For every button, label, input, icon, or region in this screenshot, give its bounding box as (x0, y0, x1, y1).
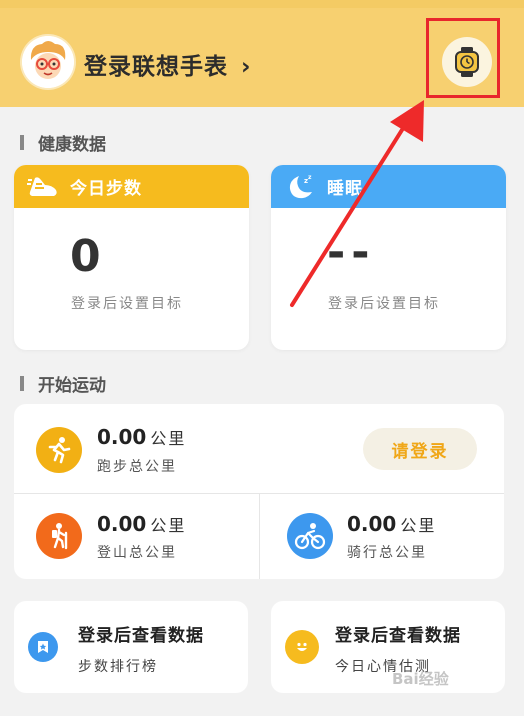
sport-section-label: 开始运动 (38, 376, 106, 396)
steps-hint: 登录后设置目标 (71, 296, 183, 312)
login-watch-label: 登录联想手表 (84, 54, 228, 80)
hiker-glyph (52, 523, 68, 550)
step-ranking-subtitle: 步数排行榜 (78, 659, 158, 675)
step-ranking-card[interactable]: 登录后查看数据 步数排行榜 (14, 601, 248, 693)
divider (259, 493, 260, 579)
health-section-title: 健康数据 (20, 130, 106, 155)
sport-card: 0.00 公里 跑步总公里 请登录 0.00 公里 登山总公里 0.00 公里 骑行总… (14, 404, 504, 579)
cycling-value: 0.00 公里 (347, 512, 436, 536)
section-bar (20, 135, 24, 150)
sport-section-title: 开始运动 (20, 371, 106, 396)
step-ranking-title: 登录后查看数据 (78, 626, 204, 646)
annotation-arrow-icon (290, 100, 424, 307)
hiking-value: 0.00 公里 (97, 512, 186, 536)
status-bar (0, 0, 524, 8)
login-watch-link[interactable]: 登录联想手表 › (84, 47, 252, 81)
running-icon (36, 427, 82, 473)
watermark: Bai经验 (392, 670, 449, 688)
smiley-icon (285, 630, 319, 664)
section-bar (20, 376, 24, 391)
avatar[interactable] (22, 36, 74, 88)
cycling-label: 骑行总公里 (347, 545, 427, 561)
steps-card-header: 今日步数 (14, 165, 249, 208)
shoe-icon (27, 176, 57, 196)
running-label: 跑步总公里 (97, 459, 177, 475)
avatar-face-icon (22, 36, 74, 88)
hiking-unit: 公里 (150, 516, 187, 535)
hiking-label: 登山总公里 (97, 545, 177, 561)
running-value: 0.00 公里 (97, 425, 186, 449)
chevron-right-icon: › (241, 54, 252, 80)
cycling-unit: 公里 (400, 516, 437, 535)
cyclist-glyph (294, 523, 326, 550)
mood-card[interactable]: 登录后查看数据 今日心情估测 (271, 601, 505, 693)
smiley-glyph (297, 642, 307, 651)
health-section-label: 健康数据 (38, 135, 106, 155)
mood-title: 登录后查看数据 (335, 626, 461, 646)
steps-card-title: 今日步数 (70, 179, 142, 199)
hiking-distance: 0.00 (97, 512, 147, 536)
highlight-annotation-box (426, 18, 500, 98)
steps-value: 0 (70, 231, 101, 282)
runner-glyph (48, 437, 71, 464)
hiking-icon (36, 513, 82, 559)
steps-card[interactable]: 今日步数 0 登录后设置目标 (14, 165, 249, 350)
cycling-icon (287, 513, 333, 559)
running-distance: 0.00 (97, 425, 147, 449)
badge-icon (28, 632, 58, 662)
cycling-distance: 0.00 (347, 512, 397, 536)
badge-glyph (38, 641, 48, 653)
running-unit: 公里 (150, 429, 187, 448)
login-button[interactable]: 请登录 (363, 428, 477, 470)
